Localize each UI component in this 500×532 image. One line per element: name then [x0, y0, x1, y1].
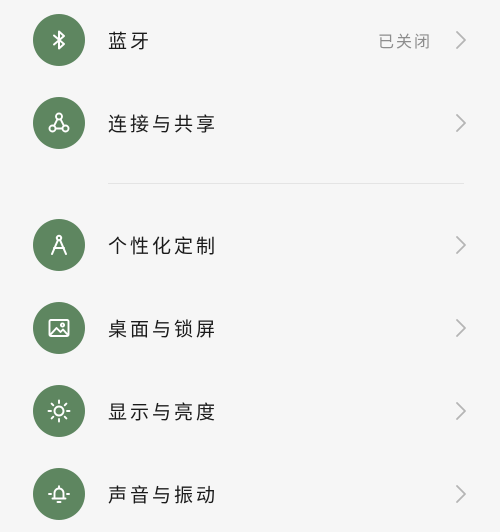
settings-item-display-brightness[interactable]: 显示与亮度: [0, 371, 500, 451]
settings-item-label: 声音与振动: [108, 484, 219, 507]
bluetooth-status: 已关闭: [377, 32, 432, 51]
settings-item-sound-vibration[interactable]: 声音与振动: [0, 454, 500, 532]
settings-item-connection-sharing[interactable]: 连接与共享: [0, 83, 500, 163]
settings-item-label: 蓝牙: [108, 30, 153, 53]
settings-screen: 蓝牙 已关闭 连接与共享 个性化定制 桌面与锁屏 显示与亮度 声音与振动: [0, 0, 500, 532]
picture-icon: [33, 302, 85, 354]
section-divider: [108, 183, 464, 184]
bluetooth-icon: [33, 14, 85, 66]
chevron-right-icon: [455, 401, 467, 421]
settings-item-label: 连接与共享: [108, 113, 219, 136]
settings-item-wallpaper-lockscreen[interactable]: 桌面与锁屏: [0, 288, 500, 368]
sun-icon: [33, 385, 85, 437]
compass-drawing-icon: [33, 219, 85, 271]
chevron-right-icon: [455, 235, 467, 255]
settings-item-label: 显示与亮度: [108, 401, 219, 424]
settings-item-bluetooth[interactable]: 蓝牙 已关闭: [0, 0, 500, 80]
chevron-right-icon: [455, 113, 467, 133]
share-nodes-icon: [33, 97, 85, 149]
chevron-right-icon: [455, 484, 467, 504]
chevron-right-icon: [455, 318, 467, 338]
settings-item-label: 个性化定制: [108, 235, 219, 258]
chevron-right-icon: [455, 30, 467, 50]
settings-item-personalization[interactable]: 个性化定制: [0, 205, 500, 285]
settings-item-label: 桌面与锁屏: [108, 318, 219, 341]
bell-icon: [33, 468, 85, 520]
